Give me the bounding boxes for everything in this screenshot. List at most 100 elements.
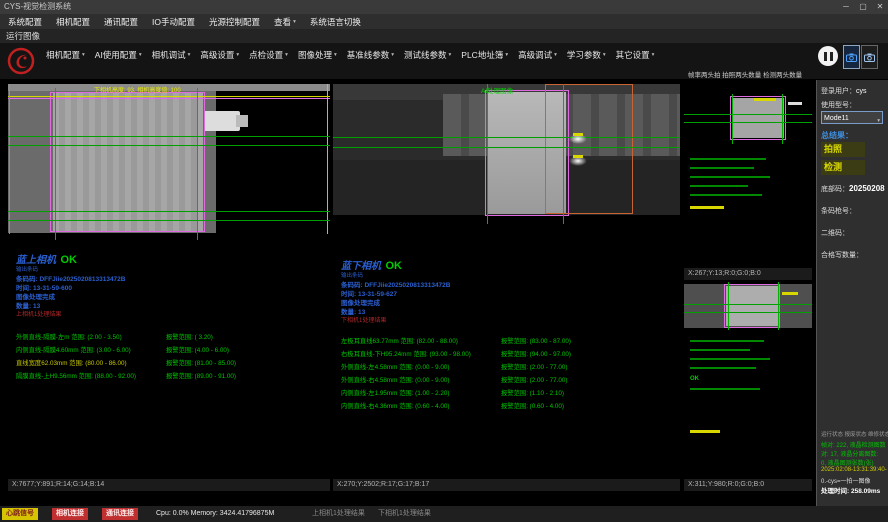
qrcode-label: 二维码：: [821, 228, 849, 238]
output-barcode-label: 输出条码: [341, 271, 363, 279]
measure-alarm: 报警范围: (2.00 - 77.00): [501, 362, 568, 371]
tool-camera-config[interactable]: 相机配置▾: [46, 49, 85, 61]
capture-caption: 帧率两头拍 拍照两头数量 检测两头数量: [688, 69, 802, 79]
tool-ai-config[interactable]: AI使用配置▾: [95, 49, 142, 61]
menu-item-system-config[interactable]: 系统配置: [8, 16, 42, 28]
status-badge: OK: [385, 260, 402, 272]
tool-testline-params[interactable]: 测试线参数▾: [404, 49, 451, 61]
text-line-decor: [690, 358, 770, 360]
text-line-decor: [690, 206, 724, 209]
chevron-down-icon: ▾: [877, 115, 880, 128]
tool-other-settings[interactable]: 其它设置▾: [616, 49, 655, 61]
preview-image-top[interactable]: [684, 84, 812, 268]
overlay-vline: [563, 84, 564, 224]
stats-header: 运行状态 报废状态 维修状态: [821, 430, 888, 438]
overlay-marker: [782, 292, 798, 295]
result-display-2: 检测: [821, 160, 865, 175]
measure-name: 外侧直线-左4.58mm 范围: (0.00 - 9.00): [341, 364, 449, 371]
overlay-hline: [333, 137, 680, 138]
preview-panel-top[interactable]: X:267;Y:13;R:0;G:0;B:0: [684, 84, 812, 280]
camera-image-lower[interactable]: AI处理图像 蓝下相机 OK 输出条码 条码码: DFFJiie20250208…: [333, 84, 680, 479]
tool-advanced-settings[interactable]: 高级设置▾: [200, 49, 239, 61]
bottom-code-label: 底部码：: [821, 186, 849, 193]
model-label: 使用型号：: [821, 100, 856, 110]
measure-name: 左极耳直线63.77mm 范围: (82.00 - 88.00): [341, 338, 458, 345]
login-label: 登录用户：: [821, 88, 856, 95]
menu-item-io-manual[interactable]: IO手动配置: [152, 16, 195, 28]
window-controls: ─ ▢ ✕: [840, 0, 886, 14]
overlay-vline: [732, 94, 733, 144]
chevron-down-icon: ▾: [603, 52, 606, 58]
preview-panel-bottom[interactable]: OK X:311;Y:980;R:0;G:0;B:0: [684, 280, 812, 491]
camera-button-1[interactable]: [843, 45, 860, 69]
chevron-down-icon: ▾: [188, 52, 191, 58]
menu-item-view[interactable]: 查看▾: [274, 16, 296, 28]
chevron-down-icon: ▾: [505, 52, 508, 58]
cpu-memory-readout: Cpu: 0.0% Memory: 3424.41796875M: [156, 506, 274, 522]
camera-panel-upper[interactable]: 下相机高度: 93. 相机高度值: 100 蓝上相机 OK 输出条码 条码码: …: [8, 84, 330, 491]
tool-image-processing[interactable]: 图像处理▾: [298, 49, 337, 61]
preview-image-bottom[interactable]: OK: [684, 280, 812, 479]
note-label: 上相机1处理结果: [16, 309, 61, 318]
overlay-marker: [573, 133, 583, 136]
measure-name: 外侧直线-右4.58mm 范围: (0.00 - 9.00): [341, 377, 449, 384]
bottom-code-value: 20250208: [849, 184, 885, 193]
tool-advanced-debug[interactable]: 高级调试▾: [518, 49, 557, 61]
overlay-hline: [8, 136, 330, 137]
chevron-down-icon: ▾: [391, 52, 394, 58]
chevron-down-icon: ▾: [82, 52, 85, 58]
overlay-hline: [684, 122, 812, 123]
app-window: CYS-视觉检测系统 ─ ▢ ✕ 系统配置 相机配置 通讯配置 IO手动配置 光…: [0, 0, 888, 522]
measure-alarm: 报警范围: (81.00 - 85.00): [166, 358, 236, 367]
tool-plc-address[interactable]: PLC地址簿▾: [461, 49, 508, 61]
model-value: Mode11: [824, 115, 849, 122]
chevron-down-icon: ▾: [652, 52, 655, 58]
measure-row: 外侧直线-右4.58mm 范围: (0.00 - 9.00) 报警范围: (2.…: [341, 375, 651, 387]
model-select[interactable]: Mode11 ▾: [821, 111, 883, 124]
camera-panel-lower[interactable]: AI处理图像 蓝下相机 OK 输出条码 条码码: DFFJiie20250208…: [333, 84, 680, 491]
text-line-decor: [690, 340, 764, 342]
tool-learning-params[interactable]: 学习参数▾: [567, 49, 606, 61]
text-line-decor: [690, 176, 770, 178]
tab-row: 运行图像: [0, 29, 888, 43]
total-result-label: 总结果：: [821, 130, 853, 141]
camera-button-2[interactable]: [861, 45, 878, 69]
tool-spot-check[interactable]: 点检设置▾: [249, 49, 288, 61]
measure-row: 直线宽度62.03mm 范围: (80.00 - 86.00) 报警范围: (8…: [16, 358, 326, 370]
overlay-vline: [487, 84, 488, 224]
stats-line: 对: 17, 液晶分离图数:: [821, 449, 878, 458]
measure-row: 外侧直线-隔膜-左m 范围: (2.00 - 3.50) 报警范围: ( 3.2…: [16, 332, 326, 344]
overlay-hline: [684, 304, 812, 305]
measure-row: 隔膜直线-上H9.56mm 范围: (88.00 - 92.00) 报警范围: …: [16, 371, 326, 383]
close-icon[interactable]: ✕: [874, 0, 886, 14]
tool-camera-debug[interactable]: 相机调试▾: [152, 49, 191, 61]
chevron-down-icon: ▾: [554, 52, 557, 58]
overlay-vline: [197, 88, 198, 240]
note-label: 下相机1处理结果: [341, 315, 386, 324]
measure-row: 外侧直线-左4.58mm 范围: (0.00 - 9.00) 报警范围: (2.…: [341, 362, 651, 374]
pause-button[interactable]: [818, 46, 838, 66]
overlay-hline: [8, 220, 330, 221]
menu-item-camera-config[interactable]: 相机配置: [56, 16, 90, 28]
pass-count-label: 合格写数量：: [821, 250, 863, 260]
camera-image-upper[interactable]: 下相机高度: 93. 相机高度值: 100 蓝上相机 OK 输出条码 条码码: …: [8, 84, 330, 479]
tool-baseline-params[interactable]: 基准线参数▾: [347, 49, 394, 61]
measure-name: 内侧直线-右4.36mm 范围: (0.60 - 4.00): [341, 403, 449, 410]
menu-item-light-config[interactable]: 光源控制配置: [209, 16, 260, 28]
heartbeat-badge: 心跳信号: [2, 508, 38, 520]
text-line-decor: [690, 194, 762, 196]
stats-line: 0, 液晶图测张数(张): [821, 458, 874, 467]
maximize-icon[interactable]: ▢: [857, 0, 869, 14]
text-line-decor: [690, 185, 748, 187]
overlay-vline: [55, 88, 56, 240]
tab-run-image[interactable]: 运行图像: [6, 31, 40, 41]
minimize-icon[interactable]: ─: [840, 0, 852, 14]
measure-alarm: 报警范围: (4.00 - 6.00): [166, 345, 229, 354]
menu-item-language[interactable]: 系统语言切换: [310, 16, 361, 28]
chevron-down-icon: ▾: [449, 52, 452, 58]
measure-alarm: 报警范围: (94.00 - 97.00): [501, 349, 571, 358]
measure-row: 内侧直线-右4.36mm 范围: (0.60 - 4.00) 报警范围: (0.…: [341, 401, 651, 413]
menu-item-comm-config[interactable]: 通讯配置: [104, 16, 138, 28]
right-sidebar: 登录用户：cys 使用型号： Mode11 ▾ 总结果： 拍照 检测 底部码：2…: [816, 80, 888, 506]
login-value: cys: [856, 88, 867, 95]
